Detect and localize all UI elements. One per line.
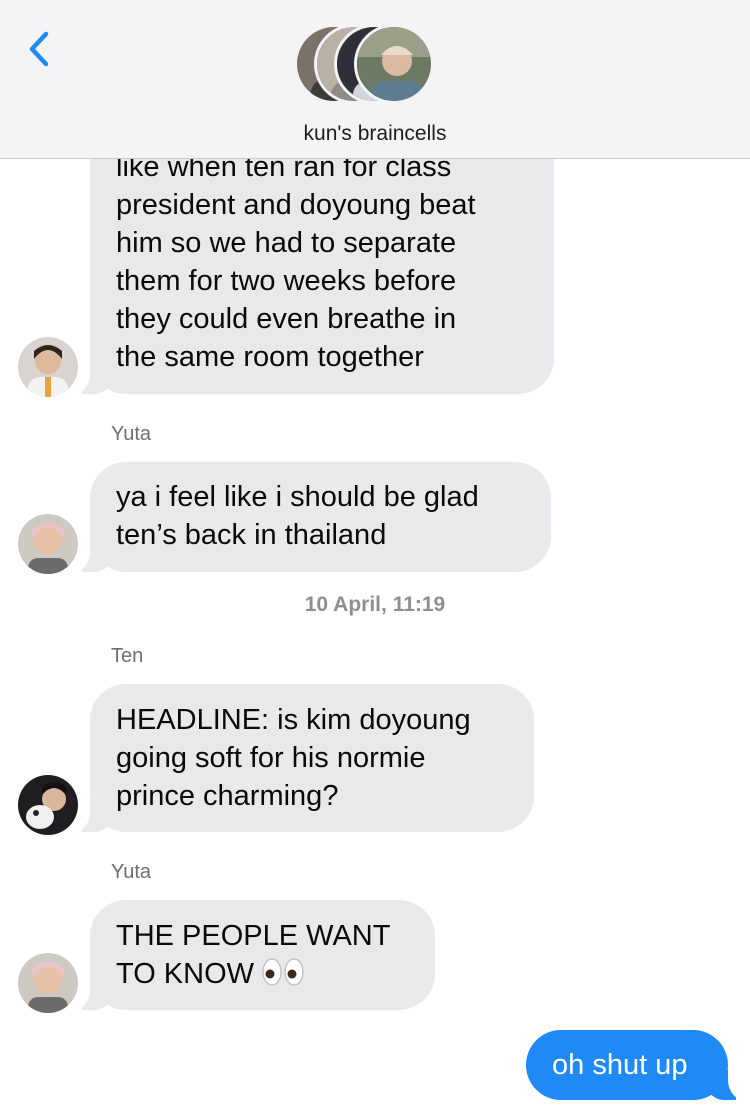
sender-avatar[interactable]	[18, 514, 78, 574]
timestamp-date: 10 April,	[304, 593, 387, 616]
message-line: prince charming?	[116, 780, 339, 812]
sender-avatar[interactable]	[18, 337, 78, 397]
message-line-with-emoji: TO KNOW	[116, 955, 409, 997]
message-line: president and doyoung beat	[116, 189, 476, 221]
message-bubble[interactable]: ya i feel like i should be glad ten’s ba…	[68, 462, 551, 572]
message-line: the same room together	[116, 341, 424, 373]
outgoing-message-bubble[interactable]: oh shut up	[526, 1030, 750, 1100]
chevron-left-icon	[29, 31, 49, 67]
message-bubble[interactable]: THE PEOPLE WANT TO KNOW	[68, 900, 435, 1010]
sender-name: Yuta	[111, 423, 152, 445]
message-line: them for two weeks before	[116, 265, 457, 297]
message-line: HEADLINE: is kim doyoung	[116, 704, 471, 736]
eyes-emoji	[262, 957, 304, 997]
sender-avatar[interactable]	[18, 775, 78, 835]
group-avatar-stack[interactable]	[294, 24, 458, 108]
conversation-header: kun's braincells	[0, 0, 750, 159]
message-bubble[interactable]: like when ten ran for class president an…	[68, 120, 554, 394]
back-button[interactable]	[24, 28, 54, 70]
message-line: ya i feel like i should be glad	[116, 481, 479, 513]
message-line: going soft for his normie	[116, 742, 426, 774]
group-member-avatar	[354, 24, 434, 104]
message-bubble[interactable]: HEADLINE: is kim doyoung going soft for …	[68, 684, 534, 832]
message-line: ten’s back in thailand	[116, 519, 387, 551]
timestamp-time: 11:19	[392, 593, 446, 616]
message-line: THE PEOPLE WANT	[116, 920, 391, 952]
message-line: TO KNOW	[116, 958, 255, 990]
timestamp: 10 April, 11:19	[0, 593, 750, 617]
message-line: him so we had to separate	[116, 227, 457, 259]
message-line: oh shut up	[552, 1049, 688, 1081]
message-line: they could even breathe in	[116, 303, 457, 335]
sender-name: Yuta	[111, 861, 152, 883]
sender-avatar[interactable]	[18, 953, 78, 1013]
sender-name: Ten	[111, 645, 144, 667]
group-title[interactable]: kun's braincells	[0, 122, 750, 146]
